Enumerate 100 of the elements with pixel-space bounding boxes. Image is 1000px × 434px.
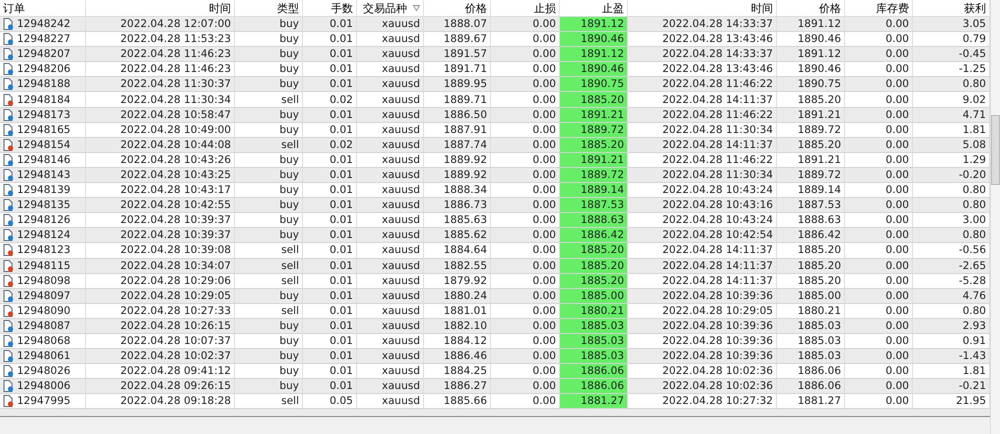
table-row[interactable]: 12948097 2022.04.28 10:29:05 buy 0.01 xauusd 1880.24 0.00 1885.00 2022.04.28 10:39:36 1885.00 0.00 4.76 <box>0 288 990 304</box>
table-cell: 0.02 <box>303 92 357 107</box>
take-profit-cell: 1880.21 <box>560 304 628 318</box>
table-cell: xauusd <box>357 77 424 92</box>
table-cell: 12948090 <box>17 304 70 318</box>
table-cell: 0.00 <box>845 47 913 62</box>
table-cell: xauusd <box>357 258 424 273</box>
table-row[interactable]: 12948115 2022.04.28 10:34:07 sell 0.01 xauusd 1882.55 0.00 1885.20 2022.04.28 14:11:37 1885.20 0.00 -2.65 <box>0 258 990 274</box>
table-row[interactable]: 12948143 2022.04.28 10:43:25 buy 0.01 xauusd 1889.92 0.00 1889.72 2022.04.28 11:30:34 1889.72 0.00 -0.20 <box>0 168 990 184</box>
table-cell: 12948087 <box>17 318 70 333</box>
table-cell: 1889.92 <box>424 168 491 182</box>
column-header[interactable]: 时间 <box>628 0 777 16</box>
scrollbar[interactable] <box>990 0 1000 434</box>
table-cell: xauusd <box>357 122 424 137</box>
column-header[interactable]: 手数 <box>303 0 357 16</box>
table-cell: xauusd <box>357 349 424 364</box>
table-cell: sell <box>235 243 303 258</box>
table-cell: 2022.04.28 11:30:34 <box>86 92 235 107</box>
table-cell: sell <box>235 138 303 152</box>
column-header[interactable]: 交易品种 <box>357 0 424 16</box>
table-cell: buy <box>235 183 303 198</box>
table-cell: 1891.21 <box>777 108 845 122</box>
table-cell: 0.01 <box>303 168 357 182</box>
column-header[interactable]: 止盈 <box>560 0 628 16</box>
table-cell: 1887.74 <box>424 138 491 152</box>
table-cell: 2022.04.28 11:30:34 <box>628 168 777 182</box>
table-cell: 2022.04.28 11:46:22 <box>628 108 777 122</box>
table-cell: 1888.34 <box>424 183 491 198</box>
column-header[interactable]: 订单 <box>0 0 86 16</box>
order-document-icon <box>3 199 14 212</box>
table-cell: 1886.06 <box>777 379 845 394</box>
column-header[interactable]: 止损 <box>491 0 560 16</box>
table-cell: 0.01 <box>303 318 357 333</box>
table-cell: 2022.04.28 10:43:24 <box>628 213 777 228</box>
table-cell: 1889.92 <box>424 152 491 167</box>
table-row[interactable]: 12948188 2022.04.28 11:30:37 buy 0.01 xauusd 1889.95 0.00 1890.75 2022.04.28 11:46:22 1890.75 0.00 0.80 <box>0 77 990 92</box>
table-cell: 12948206 <box>17 62 70 76</box>
table-cell: 2022.04.28 10:39:37 <box>86 228 235 242</box>
table-cell: 2022.04.28 13:43:46 <box>628 32 777 46</box>
table-cell: buy <box>235 77 303 92</box>
table-row[interactable]: 12948242 2022.04.28 12:07:00 buy 0.01 xauusd 1888.07 0.00 1891.12 2022.04.28 14:33:37 1891.12 0.00 3.05 <box>0 17 990 32</box>
table-cell: 0.00 <box>845 288 913 303</box>
take-profit-cell: 1881.27 <box>560 394 628 408</box>
table-cell: 0.05 <box>303 394 357 408</box>
table-row[interactable]: 12948135 2022.04.28 10:42:55 buy 0.01 xauusd 1886.73 0.00 1887.53 2022.04.28 10:43:16 1887.53 0.00 0.80 <box>0 198 990 214</box>
table-cell: 1880.24 <box>424 288 491 303</box>
table-cell: 2022.04.28 10:26:15 <box>86 318 235 333</box>
table-cell: 12948115 <box>17 258 70 273</box>
column-header[interactable]: 类型 <box>235 0 303 16</box>
order-document-icon <box>3 168 14 181</box>
scrollbar-thumb[interactable] <box>991 115 1000 185</box>
table-row[interactable]: 12948207 2022.04.28 11:46:23 buy 0.01 xauusd 1891.57 0.00 1891.12 2022.04.28 14:33:37 1891.12 0.00 -0.45 <box>0 47 990 62</box>
table-cell: xauusd <box>357 47 424 62</box>
table-cell: 2022.04.28 14:11:37 <box>628 274 777 288</box>
table-cell: xauusd <box>357 17 424 32</box>
table-cell: 0.01 <box>303 122 357 137</box>
table-cell: 0.01 <box>303 198 357 212</box>
table-cell: 2022.04.28 10:02:37 <box>86 349 235 364</box>
table-row[interactable]: 12948006 2022.04.28 09:26:15 buy 0.01 xauusd 1886.27 0.00 1886.06 2022.04.28 10:02:36 1886.06 0.00 -0.21 <box>0 379 990 394</box>
table-cell: 2022.04.28 10:42:55 <box>86 198 235 212</box>
table-cell: 1885.63 <box>424 213 491 228</box>
order-document-icon <box>3 33 14 46</box>
table-row[interactable]: 12948154 2022.04.28 10:44:08 sell 0.02 xauusd 1887.74 0.00 1885.20 2022.04.28 14:11:37 1885.20 0.00 5.08 <box>0 138 990 153</box>
table-cell: 1885.20 <box>777 258 845 273</box>
order-document-icon <box>3 229 14 242</box>
table-cell: 0.00 <box>845 379 913 394</box>
table-cell: 2022.04.28 09:18:28 <box>86 394 235 408</box>
table-cell: xauusd <box>357 334 424 348</box>
table-cell: sell <box>235 258 303 273</box>
table-cell: 0.00 <box>845 198 913 212</box>
table-row[interactable]: 12948061 2022.04.28 10:02:37 buy 0.01 xauusd 1886.46 0.00 1885.03 2022.04.28 10:39:36 1885.03 0.00 -1.43 <box>0 349 990 364</box>
table-cell: buy <box>235 318 303 333</box>
table-cell: 1884.12 <box>424 334 491 348</box>
table-cell: 0.01 <box>303 62 357 76</box>
table-cell: 0.01 <box>303 288 357 303</box>
table-cell: 0.00 <box>845 32 913 46</box>
table-cell: 1879.92 <box>424 274 491 288</box>
table-cell: buy <box>235 228 303 242</box>
table-cell: 1887.53 <box>777 198 845 212</box>
table-row[interactable]: 12948087 2022.04.28 10:26:15 buy 0.01 xauusd 1882.10 0.00 1885.03 2022.04.28 10:39:36 1885.03 0.00 2.93 <box>0 318 990 334</box>
order-document-icon <box>3 365 14 378</box>
sort-arrow-icon <box>413 5 420 11</box>
table-row[interactable]: 12948124 2022.04.28 10:39:37 buy 0.01 xauusd 1885.62 0.00 1886.42 2022.04.28 10:42:54 1886.42 0.00 0.80 <box>0 228 990 244</box>
column-header[interactable]: 价格 <box>777 0 845 16</box>
table-cell: 2022.04.28 11:30:34 <box>628 122 777 137</box>
take-profit-cell: 1887.53 <box>560 198 628 212</box>
table-cell: 1887.91 <box>424 122 491 137</box>
column-header[interactable]: 时间 <box>86 0 235 16</box>
table-cell: 2022.04.28 10:29:05 <box>86 288 235 303</box>
table-cell: 0.00 <box>845 77 913 92</box>
table-cell: 2022.04.28 14:11:37 <box>628 92 777 107</box>
table-row[interactable]: 12948173 2022.04.28 10:58:47 buy 0.01 xauusd 1886.50 0.00 1891.21 2022.04.28 11:46:22 1891.21 0.00 4.71 <box>0 108 990 123</box>
table-cell: 0.02 <box>303 138 357 152</box>
table-cell: 2022.04.28 14:11:37 <box>628 138 777 152</box>
column-header[interactable]: 库存费 <box>845 0 913 16</box>
table-cell: xauusd <box>357 198 424 212</box>
table-cell: 1890.46 <box>777 62 845 76</box>
table-cell: 12948207 <box>17 47 70 62</box>
table-cell: 0.01 <box>303 47 357 62</box>
column-header[interactable]: 价格 <box>424 0 491 16</box>
